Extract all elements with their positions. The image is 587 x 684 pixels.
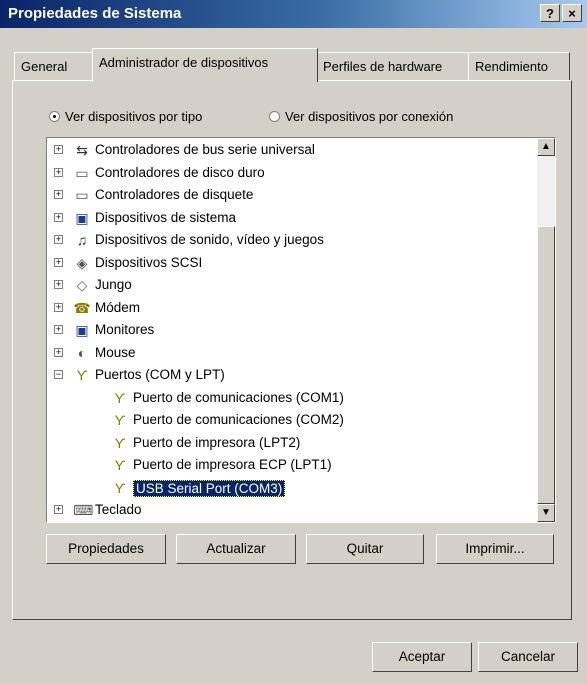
tree-category-item[interactable]: + ☎ Módem <box>47 297 533 320</box>
usb-icon: ⇆ <box>76 142 88 158</box>
port-icon: ϒ <box>114 434 126 451</box>
tree-child-item[interactable]: ϒ Puerto de impresora (LPT2) <box>47 432 533 455</box>
tree-item-label: Puerto de impresora (LPT2) <box>133 434 301 450</box>
tree-category-item[interactable]: + ▣ Dispositivos de sistema <box>47 207 533 230</box>
tree-item-label: Puertos (COM y LPT) <box>95 367 225 382</box>
expand-icon[interactable]: + <box>54 302 63 312</box>
tree-category-item[interactable]: + ◈ Dispositivos SCSI <box>47 252 533 275</box>
view-by-type-option[interactable]: Ver dispositivos por tipo <box>49 109 202 124</box>
tree-category-item[interactable]: + ⌨ Teclado <box>47 499 533 522</box>
tree-item-label: Controladores de disquete <box>95 187 254 202</box>
tree-child-item[interactable]: ϒ Puerto de comunicaciones (COM2) <box>47 409 533 432</box>
scroll-up-button[interactable]: ▲ <box>537 138 555 156</box>
disk-icon: ▭ <box>75 164 89 181</box>
collapse-icon[interactable]: − <box>54 370 63 379</box>
tree-item-label: Jungo <box>95 277 132 292</box>
computer-icon: ▣ <box>75 209 89 226</box>
tree-item-label: Puerto de comunicaciones (COM2) <box>133 412 344 427</box>
port-icon: ϒ <box>114 412 126 428</box>
modem-icon: ☎ <box>73 299 91 316</box>
expand-icon[interactable]: + <box>54 325 63 334</box>
tree-category-item[interactable]: + ▭ Controladores de disquete <box>47 184 533 207</box>
expand-icon[interactable]: + <box>54 235 63 244</box>
cancel-button[interactable]: Cancelar <box>478 642 578 672</box>
tree-item-label: Dispositivos de sistema <box>95 209 237 225</box>
tree-item-label: Controladores de disco duro <box>95 164 265 180</box>
jungo-icon: ◇ <box>76 277 88 293</box>
view-by-connection-option[interactable]: Ver dispositivos por conexión <box>269 109 453 124</box>
properties-button[interactable]: Propiedades <box>46 534 166 564</box>
view-by-connection-label: Ver dispositivos por conexión <box>285 109 454 124</box>
floppy-icon: ▭ <box>75 187 89 203</box>
tree-category-item[interactable]: + ◐ Mouse <box>47 342 533 365</box>
expand-icon[interactable]: + <box>54 190 63 199</box>
mouse-icon: ◐ <box>77 344 87 361</box>
system-properties-window: Propiedades de Sistema ? × General Admin… <box>0 0 587 684</box>
tab-device-manager[interactable]: Administrador de dispositivos <box>92 48 318 82</box>
tree-item-label: USB Serial Port (COM3) <box>133 479 286 497</box>
view-by-type-label: Ver dispositivos por tipo <box>65 109 203 124</box>
tree-category-item[interactable]: + ♫ Dispositivos de sonido, vídeo y juegos <box>47 229 533 252</box>
expand-icon[interactable]: + <box>54 167 63 177</box>
scroll-thumb[interactable] <box>537 226 555 504</box>
tree-category-item[interactable]: − ϒ Puertos (COM y LPT) <box>47 364 533 387</box>
expand-icon[interactable]: + <box>54 280 63 289</box>
tree-item-label: Teclado <box>95 502 142 517</box>
scsi-icon: ◈ <box>76 254 88 271</box>
radio-by-type[interactable] <box>49 111 60 122</box>
tree-item-label: Módem <box>95 299 141 315</box>
close-button[interactable]: × <box>562 4 582 22</box>
tree-category-item[interactable]: + ⇆ Controladores de bus serie universal <box>47 139 533 162</box>
tree-category-item[interactable]: + ▭ Controladores de disco duro <box>47 162 533 185</box>
remove-button[interactable]: Quitar <box>306 534 424 564</box>
port-icon: ϒ <box>114 479 126 496</box>
title-bar[interactable]: Propiedades de Sistema ? × <box>0 0 587 28</box>
port-icon: ϒ <box>114 389 126 406</box>
tree-category-item[interactable]: + ◇ Jungo <box>47 274 533 297</box>
expand-icon[interactable]: + <box>54 257 63 267</box>
window-title: Propiedades de Sistema <box>8 5 182 22</box>
expand-icon[interactable]: + <box>54 145 63 154</box>
tree-item-label: Puerto de comunicaciones (COM1) <box>133 389 344 405</box>
tree-item-label: Controladores de bus serie universal <box>95 142 315 157</box>
expand-icon[interactable]: + <box>54 347 63 357</box>
tree-child-item[interactable]: ϒ Puerto de impresora ECP (LPT1) <box>47 454 533 477</box>
refresh-button[interactable]: Actualizar <box>176 534 296 564</box>
device-tree-rows: + ⇆ Controladores de bus serie universal + ▭… <box>47 139 533 522</box>
keyboard-icon: ⌨ <box>73 502 94 518</box>
help-button[interactable]: ? <box>540 4 560 22</box>
tree-item-label: Dispositivos de sonido, vídeo y juegos <box>95 232 324 247</box>
tree-item-label: Puerto de impresora ECP (LPT1) <box>133 457 332 472</box>
tree-child-item[interactable]: ϒ USB Serial Port (COM3) <box>47 477 533 500</box>
sound-icon: ♫ <box>76 232 88 248</box>
monitor-icon: ▣ <box>75 322 89 338</box>
radio-by-connection[interactable] <box>269 111 280 122</box>
tab-general[interactable]: General <box>14 52 94 80</box>
tree-category-item[interactable]: + ▣ Monitores <box>47 319 533 342</box>
tab-hardware-profiles[interactable]: Perfiles de hardware <box>316 52 470 80</box>
print-button[interactable]: Imprimir... <box>436 534 554 564</box>
port-icon: ϒ <box>76 367 88 383</box>
device-tree[interactable]: + ⇆ Controladores de bus serie universal + ▭… <box>46 137 556 523</box>
tree-item-label: Dispositivos SCSI <box>95 254 203 270</box>
tree-child-item[interactable]: ϒ Puerto de comunicaciones (COM1) <box>47 387 533 410</box>
expand-icon[interactable]: + <box>54 212 63 222</box>
tree-item-label: Mouse <box>95 344 136 360</box>
vertical-scrollbar[interactable]: ▲ ▼ <box>537 138 555 522</box>
port-icon: ϒ <box>114 457 126 473</box>
tab-performance[interactable]: Rendimiento <box>468 52 570 80</box>
accept-button[interactable]: Aceptar <box>372 642 472 672</box>
tree-item-label: Monitores <box>95 322 155 337</box>
expand-icon[interactable]: + <box>54 505 63 514</box>
scroll-down-button[interactable]: ▼ <box>537 504 555 522</box>
